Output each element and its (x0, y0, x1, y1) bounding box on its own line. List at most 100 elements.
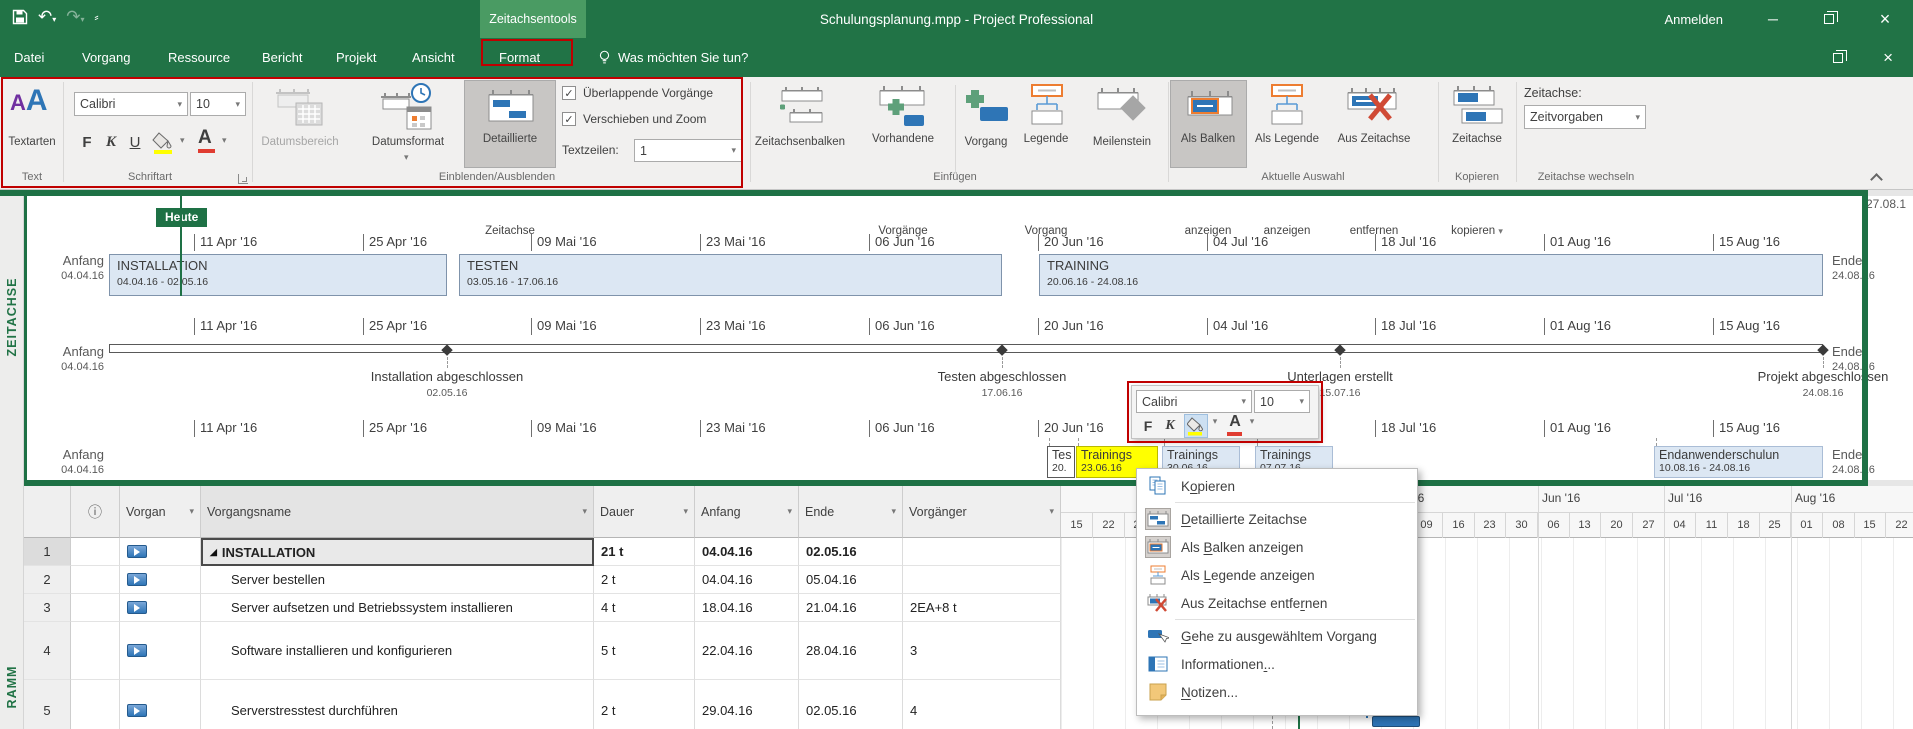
redo-button[interactable]: ↷▾ (66, 7, 84, 27)
mini-fill-dropdown[interactable]: ▾ (1209, 416, 1221, 427)
bold-button[interactable]: F (76, 131, 98, 153)
font-color-button[interactable]: A (198, 127, 212, 149)
check-verschieben[interactable]: ✓ Verschieben und Zoom (562, 112, 706, 126)
timeline-pane[interactable] (24, 196, 1862, 480)
textzeilen-combo[interactable]: 1▾ (634, 139, 742, 162)
save-icon[interactable] (12, 9, 28, 25)
als-balken-anzeigen-button[interactable] (1170, 80, 1247, 168)
filter-arrow-icon[interactable]: ▾ (582, 506, 587, 517)
vorgang-einfuegen-button[interactable] (962, 87, 1010, 132)
row-number[interactable]: 4 (24, 622, 71, 680)
menu-item[interactable]: Notizen... (1137, 678, 1417, 706)
zeitachse-switch-combo[interactable]: Zeitvorgaben▾ (1524, 105, 1646, 129)
task-name-cell[interactable]: Server bestellen (201, 566, 594, 594)
ende-cell[interactable]: 05.04.16 (799, 566, 903, 594)
dauer-cell[interactable]: 21 t (594, 538, 695, 566)
close-button[interactable]: × (1857, 0, 1913, 38)
textarten-button[interactable]: AA (10, 84, 48, 118)
font-color-dropdown[interactable]: ▾ (222, 135, 227, 146)
menu-item[interactable]: Als Balken anzeigen (1137, 533, 1417, 561)
filter-arrow-icon[interactable]: ▾ (189, 506, 194, 517)
detaillierte-zeitachse-button[interactable] (464, 80, 556, 168)
column-header-Vorgänger[interactable]: Vorgänger▾ (903, 486, 1061, 538)
filter-arrow-icon[interactable]: ▾ (1049, 506, 1054, 517)
mini-font-color-button[interactable]: A (1226, 413, 1244, 431)
tab-vorgang[interactable]: Vorgang (72, 38, 140, 77)
info-cell[interactable] (71, 680, 120, 729)
zeitachsenbalken-button[interactable] (772, 85, 828, 134)
row-number[interactable]: 2 (24, 566, 71, 594)
task-mode-cell[interactable] (120, 538, 201, 566)
task-name-cell[interactable]: Server aufsetzen und Betriebssystem inst… (201, 594, 594, 622)
mini-italic-button[interactable]: K (1160, 416, 1180, 436)
tell-me-search[interactable]: Was möchten Sie tun? (598, 38, 748, 77)
task-mode-cell[interactable] (120, 680, 201, 729)
minimize-button[interactable]: ─ (1745, 0, 1801, 38)
italic-button[interactable]: K (100, 131, 122, 153)
font-size-combo[interactable]: 10▾ (190, 92, 246, 116)
row-number[interactable]: 5 (24, 680, 71, 729)
gantt-task-bar[interactable] (1372, 716, 1420, 727)
ende-cell[interactable]: 21.04.16 (799, 594, 903, 622)
menu-item[interactable]: Informationen... (1137, 650, 1417, 678)
column-header-rownum[interactable] (24, 486, 71, 538)
ende-cell[interactable]: 02.05.16 (799, 680, 903, 729)
task-name-cell[interactable]: ◢INSTALLATION (201, 538, 594, 566)
vorgaenger-cell[interactable]: 2EA+8 t (903, 594, 1061, 622)
anfang-cell[interactable]: 18.04.16 (695, 594, 799, 622)
task-name-cell[interactable]: Serverstresstest durchführen (201, 680, 594, 729)
tab-ressource[interactable]: Ressource (158, 38, 240, 77)
legende-vorgang-button[interactable] (1022, 83, 1072, 136)
collapse-ribbon-icon[interactable] (1870, 173, 1883, 186)
anfang-cell[interactable]: 29.04.16 (695, 680, 799, 729)
column-header-Anfang[interactable]: Anfang▾ (695, 486, 799, 538)
column-header-Ende[interactable]: Ende▾ (799, 486, 903, 538)
menu-item[interactable]: Aus Zeitachse entfernen (1137, 589, 1417, 617)
filter-arrow-icon[interactable]: ▾ (787, 506, 792, 517)
task-name-cell[interactable]: Software installieren und konfigurieren (201, 622, 594, 680)
datumsformat-button[interactable] (379, 81, 437, 138)
column-header-Dauer[interactable]: Dauer▾ (594, 486, 695, 538)
mini-fill-color-button[interactable] (1184, 414, 1208, 438)
dauer-cell[interactable]: 2 t (594, 680, 695, 729)
customize-qat-icon[interactable]: ⸗ (95, 10, 99, 24)
document-close-icon[interactable]: × (1883, 38, 1893, 77)
schriftart-dialog-launcher-icon[interactable] (238, 174, 248, 184)
meilenstein-button[interactable] (1094, 85, 1150, 136)
column-header-info[interactable]: ⓘ (71, 486, 120, 538)
menu-item[interactable]: Kopieren (1137, 472, 1417, 500)
vorgaenger-cell[interactable] (903, 566, 1061, 594)
info-cell[interactable] (71, 538, 120, 566)
anfang-cell[interactable]: 22.04.16 (695, 622, 799, 680)
tab-projekt[interactable]: Projekt (326, 38, 386, 77)
anfang-cell[interactable]: 04.04.16 (695, 538, 799, 566)
font-name-combo[interactable]: Calibri▾ (74, 92, 188, 116)
restore-button[interactable] (1801, 0, 1857, 38)
mini-font-combo[interactable]: Calibri▾ (1136, 390, 1252, 413)
aus-zeitachse-entfernen-button[interactable] (1344, 85, 1404, 136)
sign-in-link[interactable]: Anmelden (1664, 0, 1723, 38)
tab-bericht[interactable]: Bericht (252, 38, 312, 77)
vorgaenger-cell[interactable]: 3 (903, 622, 1061, 680)
mini-bold-button[interactable]: F (1138, 416, 1158, 436)
info-cell[interactable] (71, 566, 120, 594)
info-cell[interactable] (71, 594, 120, 622)
dauer-cell[interactable]: 2 t (594, 566, 695, 594)
vorgaenger-cell[interactable]: 4 (903, 680, 1061, 729)
tab-ansicht[interactable]: Ansicht (402, 38, 465, 77)
check-ueberlappende[interactable]: ✓ Überlappende Vorgänge (562, 86, 713, 100)
undo-button[interactable]: ↶▾ (38, 7, 56, 27)
row-number[interactable]: 3 (24, 594, 71, 622)
expand-triangle-icon[interactable]: ◢ (210, 547, 217, 558)
tab-datei[interactable]: Datei (4, 38, 54, 77)
ende-cell[interactable]: 02.05.16 (799, 538, 903, 566)
anfang-cell[interactable]: 04.04.16 (695, 566, 799, 594)
als-legende-anzeigen-button[interactable] (1262, 83, 1312, 136)
menu-item[interactable]: Detaillierte Zeitachse (1137, 505, 1417, 533)
mini-size-combo[interactable]: 10▾ (1254, 390, 1310, 413)
column-header-Vorgan[interactable]: Vorgan▾ (120, 486, 201, 538)
filter-arrow-icon[interactable]: ▾ (891, 506, 896, 517)
mini-color-dropdown[interactable]: ▾ (1246, 416, 1258, 427)
datumsformat-dropdown[interactable]: ▾ (404, 152, 409, 163)
menu-item[interactable]: Gehe zu ausgewähltem Vorgang (1137, 622, 1417, 650)
